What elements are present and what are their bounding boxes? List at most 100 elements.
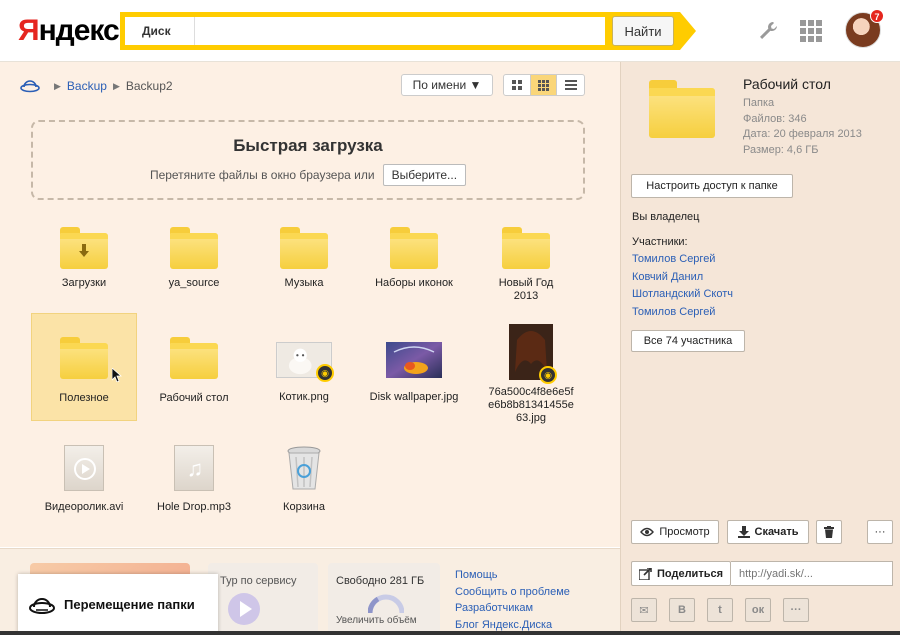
search-input[interactable] (195, 17, 605, 45)
social-buttons: ✉ В t ок ··· (631, 598, 821, 622)
details-type: Папка (743, 97, 775, 109)
breadcrumb-link[interactable]: Backup (67, 79, 107, 93)
free-space-label: Свободно 281 ГБ (336, 575, 425, 587)
share-row: Поделиться (631, 561, 893, 586)
developers-link[interactable]: Разработчикам (455, 600, 570, 617)
sound-badge-icon: ◉ (316, 364, 334, 382)
folder-item[interactable]: Музыка (251, 227, 357, 290)
item-label: Новый Год 2013 (498, 277, 554, 302)
small-icons-view-button[interactable] (530, 75, 558, 95)
folder-icon (390, 227, 438, 269)
folder-item[interactable]: Загрузки (31, 227, 137, 290)
image-thumbnail-icon: ◉ (509, 324, 557, 384)
toast-text: Перемещение папки (64, 597, 195, 612)
yandex-logo[interactable]: Яндекс (18, 14, 120, 48)
configure-access-button[interactable]: Настроить доступ к папке (631, 174, 793, 198)
item-label: Disk wallpaper.jpg (369, 391, 459, 403)
all-members-button[interactable]: Все 74 участника (631, 330, 745, 352)
folder-item[interactable]: Рабочий стол (141, 337, 247, 405)
member-link[interactable]: Томилов Сергей (632, 251, 733, 269)
breadcrumb-separator: ▶ (54, 80, 61, 91)
trash-icon (824, 526, 834, 538)
email-share-icon[interactable]: ✉ (631, 598, 657, 622)
upload-title: Быстрая загрузка (233, 136, 383, 155)
delete-button[interactable] (816, 520, 842, 544)
search-button[interactable]: Найти (612, 16, 674, 46)
file-item[interactable]: Видеоролик.avi (31, 445, 137, 514)
folder-icon (280, 227, 328, 269)
view-button-label: Просмотр (659, 526, 710, 538)
upload-hint: Перетяните файлы в окно браузера или (149, 168, 375, 182)
video-file-icon (64, 445, 104, 491)
apps-grid-icon[interactable] (800, 20, 822, 42)
more-button[interactable]: ··· (867, 520, 893, 544)
disk-logo-icon (29, 597, 55, 614)
folder-icon (502, 227, 550, 269)
large-grid-icon (511, 80, 522, 90)
bottom-bar (0, 631, 900, 635)
increase-space-link[interactable]: Увеличить объём (336, 615, 417, 626)
member-link[interactable]: Томилов Сергей (632, 304, 733, 322)
vk-share-icon[interactable]: В (669, 598, 695, 622)
list-view-button[interactable] (557, 75, 584, 95)
file-item[interactable]: ◉ Котик.png (251, 342, 357, 404)
member-link[interactable]: Шотландский Скотч (632, 286, 733, 304)
disk-logo-icon[interactable] (20, 79, 40, 93)
share-link-input[interactable] (731, 561, 893, 586)
download-button[interactable]: Скачать (727, 520, 809, 544)
members-list: Томилов Сергей Ковчий Данил Шотландский … (632, 251, 733, 321)
search-bar: Диск Найти (120, 12, 698, 50)
item-label: ya_source (168, 277, 220, 289)
folder-icon (649, 80, 715, 138)
details-panel: Рабочий стол Папка Файлов: 346 Дата: 20 … (620, 62, 900, 635)
cursor-icon (112, 368, 122, 382)
audio-file-icon: ♫ (174, 445, 214, 491)
folder-item[interactable]: Наборы иконок (361, 227, 467, 290)
breadcrumb-current: Backup2 (125, 79, 173, 93)
report-problem-link[interactable]: Сообщить о проблеме (455, 584, 570, 601)
large-icons-view-button[interactable] (504, 75, 531, 95)
details-files: Файлов: 346 (743, 112, 807, 125)
image-thumbnail-icon: ◉ (276, 342, 334, 382)
share-icon (638, 567, 652, 580)
item-label: Видеоролик.avi (44, 501, 124, 513)
more-share-icon[interactable]: ··· (783, 598, 809, 622)
search-scope[interactable]: Диск (125, 17, 195, 45)
item-label: Музыка (284, 277, 324, 289)
twitter-share-icon[interactable]: t (707, 598, 733, 622)
folder-icon (170, 337, 218, 379)
details-meta: Папка Файлов: 346 Дата: 20 февраля 2013 … (743, 96, 862, 158)
item-label: Наборы иконок (375, 277, 453, 289)
download-icon (737, 526, 750, 538)
space-gauge-icon (368, 594, 404, 613)
file-item[interactable]: ◉ 76a500c4f8e6e5fe6b8b81341455e63.jpg (476, 324, 586, 425)
list-icon (564, 78, 577, 92)
image-thumbnail-icon (386, 342, 442, 378)
help-link[interactable]: Помощь (455, 567, 570, 584)
folder-item[interactable]: ya_source (141, 227, 247, 290)
view-button[interactable]: Просмотр (631, 520, 719, 544)
wrench-icon[interactable] (757, 20, 779, 42)
share-button[interactable]: Поделиться (631, 561, 731, 586)
notification-badge[interactable]: 7 (870, 9, 884, 23)
trash-item[interactable]: Корзина (251, 445, 357, 514)
sort-dropdown[interactable]: По имени ▼ (401, 74, 493, 96)
item-label: Корзина (283, 501, 325, 513)
download-button-label: Скачать (754, 526, 799, 538)
odnoklassniki-share-icon[interactable]: ок (745, 598, 771, 622)
space-banner[interactable]: Свободно 281 ГБ Увеличить объём (328, 563, 440, 635)
quick-upload-dropzone[interactable]: Быстрая загрузка Перетяните файлы в окно… (31, 120, 585, 200)
member-link[interactable]: Ковчий Данил (632, 269, 733, 287)
folder-item-selected[interactable]: Полезное (31, 313, 137, 421)
file-item[interactable]: Disk wallpaper.jpg (361, 342, 467, 404)
item-label: Hole Drop.mp3 (157, 501, 231, 513)
breadcrumb-separator: ▶ (112, 80, 120, 91)
file-item[interactable]: ♫ Hole Drop.mp3 (141, 445, 247, 514)
members-label: Участники: (632, 236, 688, 248)
move-folder-toast: Перемещение папки (18, 574, 218, 635)
tour-banner[interactable]: Тур по сервису (208, 563, 318, 635)
folder-icon (60, 337, 108, 379)
choose-files-button[interactable]: Выберите... (382, 164, 467, 186)
folder-item[interactable]: Новый Год 2013 (476, 227, 576, 303)
item-label: Котик.png (279, 391, 329, 403)
